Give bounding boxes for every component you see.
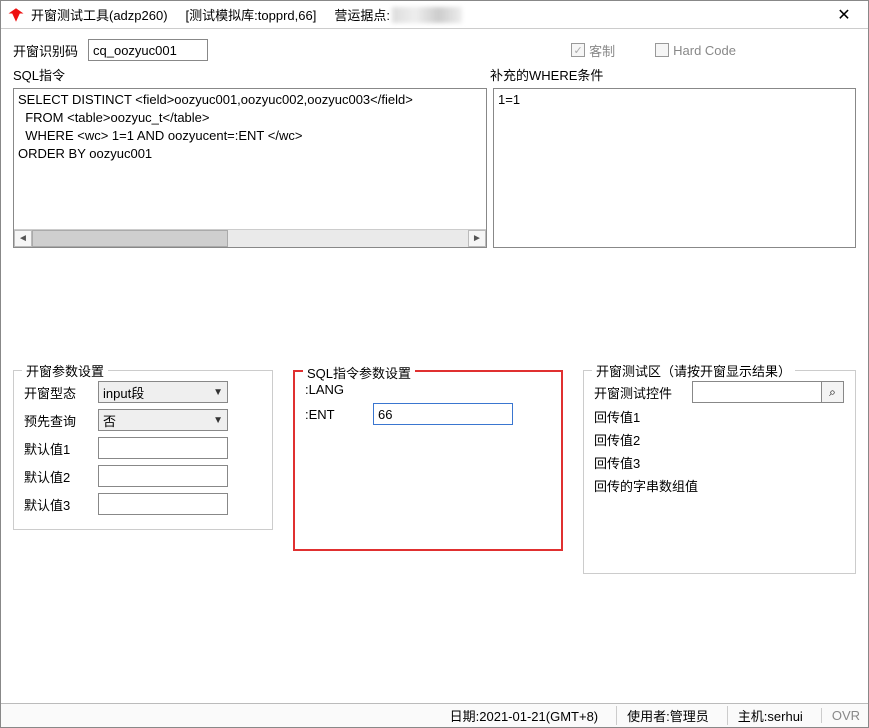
sql-left-label: SQL指令 xyxy=(13,68,65,83)
default1-input[interactable] xyxy=(98,437,228,459)
hardcode-checkbox[interactable] xyxy=(655,43,669,57)
ent-input[interactable] xyxy=(373,403,513,425)
ent-label: :ENT xyxy=(305,407,365,422)
custom-checkbox[interactable]: ✓ xyxy=(571,43,585,57)
scroll-left-arrow-icon[interactable]: ◄ xyxy=(14,230,32,247)
status-host: 主机:serhui xyxy=(727,706,803,725)
sql-param-legend: SQL指令参数设置 xyxy=(303,363,415,382)
prequery-select[interactable]: 否 ▼ xyxy=(98,409,228,431)
test-area-panel: 开窗测试区（请按开窗显示结果） 开窗测试控件 ⌕ 回传值1 回传值2 回传值3 … xyxy=(583,370,856,574)
return3-label: 回传值3 xyxy=(594,453,640,472)
lang-label: :LANG xyxy=(305,382,365,397)
sql-left-hscroll[interactable]: ◄ ► xyxy=(14,229,486,247)
titlebar: 开窗测试工具(adzp260) [测试模拟库:topprd,66] 营运据点: … xyxy=(1,1,868,29)
sql-left-box[interactable]: SELECT DISTINCT <field>oozyuc001,oozyuc0… xyxy=(13,88,487,248)
default2-label: 默认值2 xyxy=(24,467,90,486)
sql-left-text[interactable]: SELECT DISTINCT <field>oozyuc001,oozyuc0… xyxy=(14,89,486,229)
chevron-down-icon: ▼ xyxy=(213,415,223,426)
title-site-value-blurred xyxy=(392,7,462,23)
prequery-value: 否 xyxy=(103,411,116,430)
title-db: [测试模拟库:topprd,66] xyxy=(186,5,317,24)
window-id-input[interactable] xyxy=(88,39,208,61)
search-icon: ⌕ xyxy=(829,385,836,400)
prequery-label: 预先查询 xyxy=(24,411,90,430)
status-bar: 日期:2021-01-21(GMT+8) 使用者:管理员 主机:serhui O… xyxy=(1,703,868,727)
sql-right-text[interactable]: 1=1 xyxy=(494,89,855,247)
sql-right-box[interactable]: 1=1 xyxy=(493,88,856,248)
status-date: 日期:2021-01-21(GMT+8) xyxy=(440,706,599,725)
window-id-label: 开窗识别码 xyxy=(13,41,78,60)
return1-label: 回传值1 xyxy=(594,407,640,426)
return-array-label: 回传的字串数组值 xyxy=(594,476,698,495)
app-logo-icon xyxy=(7,6,25,24)
default2-input[interactable] xyxy=(98,465,228,487)
test-area-legend: 开窗测试区（请按开窗显示结果） xyxy=(592,361,795,380)
window-type-label: 开窗型态 xyxy=(24,383,90,402)
return2-label: 回传值2 xyxy=(594,430,640,449)
default1-label: 默认值1 xyxy=(24,439,90,458)
default3-label: 默认值3 xyxy=(24,495,90,514)
param-settings-panel: 开窗参数设置 开窗型态 input段 ▼ 预先查询 否 ▼ 默认值1 xyxy=(13,370,273,530)
hardcode-label: Hard Code xyxy=(673,43,736,58)
test-widget-lookup-button[interactable]: ⌕ xyxy=(822,381,844,403)
scroll-thumb[interactable] xyxy=(32,230,228,247)
close-button[interactable]: ✕ xyxy=(824,1,864,28)
sql-right-label: 补充的WHERE条件 xyxy=(490,68,603,83)
chevron-down-icon: ▼ xyxy=(213,387,223,398)
custom-label: 客制 xyxy=(589,41,615,60)
status-ovr: OVR xyxy=(821,708,860,723)
test-widget-input[interactable] xyxy=(692,381,822,403)
test-widget-label: 开窗测试控件 xyxy=(594,383,684,402)
scroll-right-arrow-icon[interactable]: ► xyxy=(468,230,486,247)
window-type-value: input段 xyxy=(103,383,144,402)
status-user: 使用者:管理员 xyxy=(616,706,709,725)
default3-input[interactable] xyxy=(98,493,228,515)
title-site-label: 营运据点: xyxy=(334,5,390,24)
param-settings-legend: 开窗参数设置 xyxy=(22,361,108,380)
sql-param-panel: SQL指令参数设置 :LANG :ENT xyxy=(293,370,563,551)
title-app: 开窗测试工具(adzp260) xyxy=(31,5,168,24)
window-type-select[interactable]: input段 ▼ xyxy=(98,381,228,403)
scroll-track[interactable] xyxy=(32,230,468,247)
